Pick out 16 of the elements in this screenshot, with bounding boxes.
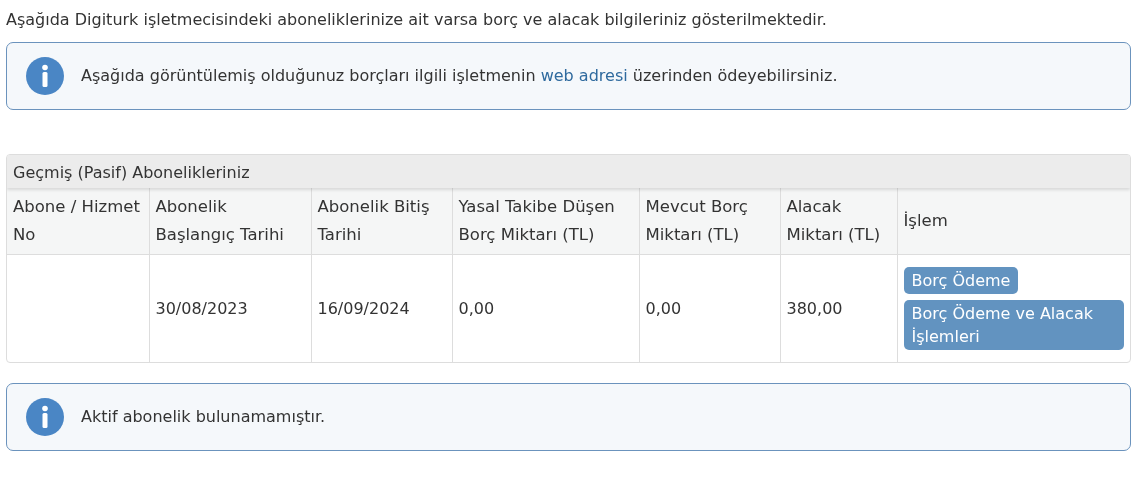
intro-text: Aşağıda Digiturk işletmecisindeki aboneliklerinize ait varsa borç ve alacak bilgileriniz gösterilmektedir. [6,9,828,31]
column-header: Mevcut Borç Miktarı (TL) [639,188,780,255]
info-message: Aşağıda görüntülemiş olduğunuz borçları ilgili işletmenin web adresi üzerinden ödeyebilirsiniz. [81,65,838,87]
panel-title: Geçmiş (Pasif) Abonelikleriniz [7,155,1130,188]
column-header: Yasal Takibe Düşen Borç Miktarı (TL) [452,188,639,255]
pay-debt-button[interactable]: Borç Ödeme [903,267,1019,294]
column-header: Alacak Miktarı (TL) [780,188,897,255]
debt-credit-button[interactable]: Borç Ödeme ve Alacak İşlemleri [903,300,1124,350]
empty-message: Aktif abonelik bulunamamıştır. [81,406,326,428]
column-header: Abone / Hizmet No [7,188,149,255]
web-link[interactable]: web adresi [540,66,628,85]
column-header: Abonelik Başlangıç Tarihi [149,188,311,255]
info-icon [26,57,64,95]
info-icon [26,398,64,436]
column-header: İşlem [897,188,1130,255]
column-header: Abonelik Bitiş Tarihi [311,188,452,255]
